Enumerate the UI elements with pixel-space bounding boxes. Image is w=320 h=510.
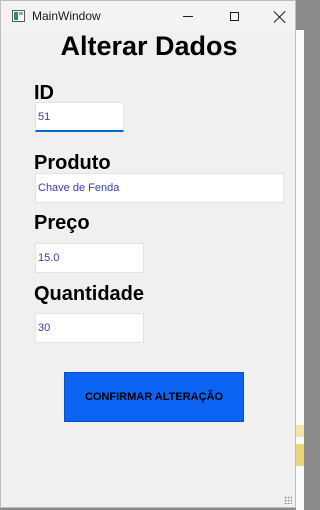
- title-bar[interactable]: MainWindow: [1, 1, 295, 32]
- confirm-button-label: CONFIRMAR ALTERAÇÃO: [84, 391, 224, 403]
- quantidade-field[interactable]: [35, 313, 144, 343]
- main-window: MainWindow Alterar Dados ID Produto Preç…: [0, 0, 296, 508]
- background-strip: [296, 444, 304, 466]
- window-title: MainWindow: [32, 9, 101, 23]
- produto-label: Produto: [34, 152, 111, 174]
- quantidade-label: Quantidade: [34, 283, 145, 305]
- maximize-button[interactable]: [211, 1, 257, 32]
- minimize-icon: [183, 16, 193, 17]
- app-window-icon: [12, 10, 25, 22]
- preco-label: Preço: [34, 212, 90, 234]
- produto-field[interactable]: [35, 173, 284, 203]
- id-field[interactable]: [35, 102, 124, 132]
- preco-field[interactable]: [35, 243, 144, 273]
- confirm-button[interactable]: CONFIRMAR ALTERAÇÃO: [64, 372, 244, 422]
- maximize-icon: [229, 12, 239, 21]
- resize-grip[interactable]: [284, 496, 292, 504]
- page-title: Alterar Dados: [60, 31, 238, 61]
- close-icon: [274, 11, 286, 23]
- close-button[interactable]: [257, 1, 295, 32]
- background-app-edge: [296, 30, 304, 510]
- background-strip: [296, 425, 304, 437]
- minimize-button[interactable]: [165, 1, 211, 32]
